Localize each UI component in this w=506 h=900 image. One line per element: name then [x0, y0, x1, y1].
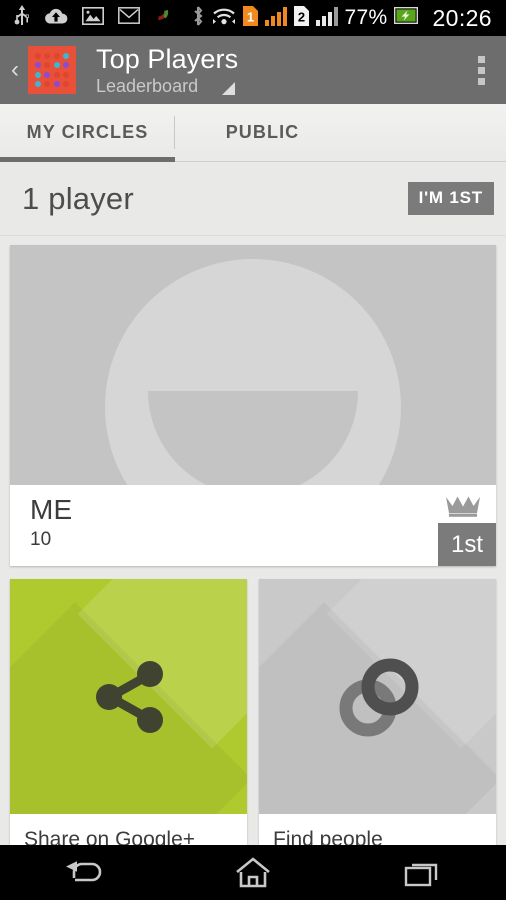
- list-header: 1 player I'M 1ST: [0, 162, 506, 236]
- find-people-tile-label: Find people: [273, 828, 383, 845]
- action-bar: ‹ Top Players Leaderboard: [0, 36, 506, 104]
- tab-my-circles[interactable]: MY CIRCLES: [0, 104, 175, 162]
- status-clock: 20:26: [432, 4, 492, 31]
- tab-my-circles-label: MY CIRCLES: [26, 122, 149, 142]
- tab-public[interactable]: PUBLIC: [175, 104, 350, 161]
- share-tile-label: Share on Google+: [24, 828, 196, 845]
- svg-text:1: 1: [246, 9, 253, 24]
- status-bar-right-icons: 1 2 77% 20:26: [191, 5, 499, 32]
- leaderboard-spinner[interactable]: Leaderboard: [96, 75, 456, 97]
- rank-badge: 1st: [438, 523, 496, 566]
- action-bar-titles: Top Players Leaderboard: [96, 36, 456, 104]
- battery-percent-label: 77%: [344, 6, 388, 29]
- signal1-icon: [264, 6, 287, 31]
- battery-charging-icon: [394, 6, 419, 29]
- dropdown-triangle-icon: [222, 82, 236, 95]
- player-score: 10: [30, 529, 52, 550]
- system-navigation-bar: [0, 845, 506, 900]
- share-tile-artwork: [10, 579, 247, 814]
- find-people-rings-icon: [339, 658, 418, 736]
- gmail-icon: [118, 7, 140, 29]
- back-arrow-icon: [66, 860, 102, 881]
- find-people-tile[interactable]: Find people: [259, 579, 496, 845]
- missed-call-icon: [154, 6, 174, 31]
- nav-recents-button[interactable]: [337, 845, 506, 900]
- wifi-icon: [212, 6, 236, 31]
- usb-icon: [14, 4, 30, 32]
- player-count-label: 1 player: [22, 180, 134, 216]
- action-tiles: Share on Google+ Find people: [10, 579, 496, 845]
- tab-public-label: PUBLIC: [225, 122, 300, 142]
- leaderboard-content: 1 player I'M 1ST ME 10 1st Share on Goog…: [0, 162, 506, 845]
- phone-screen: 1 2 77% 20:26 ‹ Top Players Leaderboard …: [0, 0, 506, 900]
- player-name: ME: [30, 494, 73, 525]
- bluetooth-icon: [191, 5, 205, 32]
- page-title: Top Players: [96, 43, 239, 74]
- im-first-badge: I'M 1ST: [407, 182, 494, 215]
- recents-icon: [404, 863, 437, 886]
- share-on-google-plus-tile[interactable]: Share on Google+: [10, 579, 247, 845]
- cloud-upload-icon: [44, 7, 68, 30]
- back-navigation-icon[interactable]: ‹: [0, 36, 26, 104]
- screenshot-icon: [82, 6, 104, 30]
- overflow-menu-icon[interactable]: [456, 36, 506, 104]
- page-subtitle: Leaderboard: [96, 75, 199, 96]
- share-icon: [95, 660, 163, 733]
- status-bar-left-icons: [14, 4, 174, 32]
- home-icon: [236, 856, 270, 887]
- player-info: ME 10 1st: [10, 485, 496, 566]
- player-card[interactable]: ME 10 1st: [10, 245, 496, 566]
- crown-icon: [446, 495, 480, 517]
- sim1-icon: 1: [242, 5, 258, 31]
- nav-home-button[interactable]: [169, 845, 338, 900]
- nav-back-button[interactable]: [0, 845, 169, 900]
- default-avatar-placeholder: [10, 245, 496, 485]
- tab-bar: MY CIRCLES PUBLIC: [0, 104, 506, 162]
- app-icon[interactable]: [28, 46, 76, 94]
- svg-text:2: 2: [297, 9, 304, 24]
- find-people-tile-artwork: [259, 579, 496, 814]
- sim2-icon: 2: [293, 5, 309, 31]
- signal2-icon: [315, 6, 338, 31]
- status-bar: 1 2 77% 20:26: [0, 0, 506, 36]
